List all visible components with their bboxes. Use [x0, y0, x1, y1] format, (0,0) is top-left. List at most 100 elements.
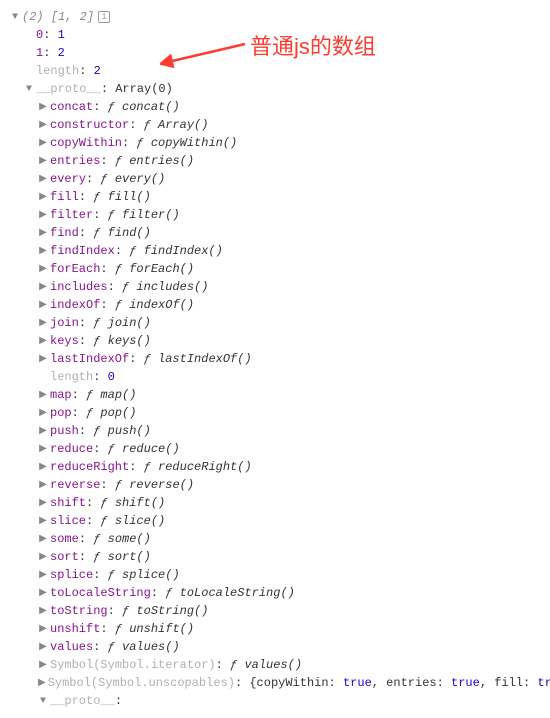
caret-right-icon[interactable]: ▶: [38, 442, 48, 457]
symbol-iter-key: Symbol(Symbol.iterator): [50, 656, 216, 674]
method-name: reduceRight(): [158, 458, 252, 476]
caret-right-icon[interactable]: ▶: [38, 658, 48, 673]
proto-method-row[interactable]: ▶reverse: ƒ reverse(): [10, 476, 540, 494]
caret-right-icon[interactable]: ▶: [38, 388, 48, 403]
caret-right-icon[interactable]: ▶: [38, 154, 48, 169]
method-key: filter: [50, 206, 93, 224]
proto-method-row[interactable]: ▶copyWithin: ƒ copyWithin(): [10, 134, 540, 152]
proto-method-row[interactable]: ▶constructor: ƒ Array(): [10, 116, 540, 134]
item-value: 1: [58, 26, 65, 44]
caret-right-icon[interactable]: ▶: [38, 172, 48, 187]
proto-method-row[interactable]: ▶reduce: ƒ reduce(): [10, 440, 540, 458]
method-name: splice(): [122, 566, 180, 584]
proto-method-row[interactable]: ▶push: ƒ push(): [10, 422, 540, 440]
function-icon: ƒ: [115, 296, 122, 314]
proto-method-row[interactable]: ▶splice: ƒ splice(): [10, 566, 540, 584]
proto-method-row[interactable]: ▶fill: ƒ fill(): [10, 188, 540, 206]
caret-right-icon[interactable]: ▶: [38, 568, 48, 583]
method-name: join(): [108, 314, 151, 332]
console-tree: 普通js的数组 ▼ (2) [1, 2] i ▶0: 1▶1: 2 ▶ leng…: [10, 8, 540, 710]
caret-right-icon[interactable]: ▶: [38, 604, 48, 619]
proto-method-row[interactable]: ▶filter: ƒ filter(): [10, 206, 540, 224]
caret-right-icon[interactable]: ▶: [38, 334, 48, 349]
proto-method-row[interactable]: ▶indexOf: ƒ indexOf(): [10, 296, 540, 314]
item-value: 2: [58, 44, 65, 62]
proto-method-row[interactable]: ▶slice: ƒ slice(): [10, 512, 540, 530]
symbol-unscopables-row[interactable]: ▶ Symbol(Symbol.unscopables) : {copyWith…: [10, 674, 540, 692]
caret-right-icon[interactable]: ▶: [38, 244, 48, 259]
symbol-unsc-val: {copyWithin: true, entries: true, fill: …: [249, 674, 550, 692]
function-icon: ƒ: [136, 134, 143, 152]
root-row[interactable]: ▼ (2) [1, 2] i: [10, 8, 540, 26]
caret-right-icon[interactable]: ▶: [38, 190, 48, 205]
info-icon[interactable]: i: [98, 11, 110, 23]
caret-right-icon[interactable]: ▶: [38, 208, 48, 223]
caret-down-icon[interactable]: ▼: [24, 82, 34, 97]
caret-right-icon[interactable]: ▶: [38, 118, 48, 133]
item-key: 0: [36, 26, 43, 44]
caret-right-icon[interactable]: ▶: [38, 622, 48, 637]
caret-right-icon[interactable]: ▶: [38, 406, 48, 421]
proto-method-row[interactable]: ▶keys: ƒ keys(): [10, 332, 540, 350]
proto-method-row[interactable]: ▶reduceRight: ƒ reduceRight(): [10, 458, 540, 476]
proto-method-row[interactable]: ▶shift: ƒ shift(): [10, 494, 540, 512]
caret-right-icon[interactable]: ▶: [38, 478, 48, 493]
function-icon: ƒ: [165, 584, 172, 602]
proto-method-row[interactable]: ▶findIndex: ƒ findIndex(): [10, 242, 540, 260]
proto-method-row[interactable]: ▶every: ƒ every(): [10, 170, 540, 188]
caret-right-icon[interactable]: ▶: [38, 280, 48, 295]
caret-right-icon[interactable]: ▶: [38, 640, 48, 655]
method-name: reverse(): [129, 476, 194, 494]
caret-right-icon[interactable]: ▶: [38, 226, 48, 241]
proto-method-row[interactable]: ▶toLocaleString: ƒ toLocaleString(): [10, 584, 540, 602]
proto-method-row[interactable]: ▶unshift: ƒ unshift(): [10, 620, 540, 638]
proto-method-row[interactable]: ▶concat: ƒ concat(): [10, 98, 540, 116]
method-name: slice(): [115, 512, 165, 530]
caret-right-icon[interactable]: ▶: [38, 298, 48, 313]
proto-method-row[interactable]: ▶includes: ƒ includes(): [10, 278, 540, 296]
caret-right-icon[interactable]: ▶: [38, 460, 48, 475]
proto-method-row[interactable]: ▶map: ƒ map(): [10, 386, 540, 404]
function-icon: ƒ: [93, 548, 100, 566]
caret-right-icon[interactable]: ▶: [38, 262, 48, 277]
proto-row[interactable]: ▼ __proto__ : Array(0): [10, 80, 540, 98]
method-key: copyWithin: [50, 134, 122, 152]
proto-method-row[interactable]: ▶find: ƒ find(): [10, 224, 540, 242]
length-label: length: [36, 62, 79, 80]
method-key: slice: [50, 512, 86, 530]
caret-right-icon[interactable]: ▶: [38, 352, 48, 367]
method-name: toLocaleString(): [180, 584, 295, 602]
proto-method-row[interactable]: ▶pop: ƒ pop(): [10, 404, 540, 422]
proto-method-row[interactable]: ▶sort: ƒ sort(): [10, 548, 540, 566]
caret-down-icon[interactable]: ▼: [38, 694, 48, 709]
symbol-iterator-row[interactable]: ▶ Symbol(Symbol.iterator) : ƒ values(): [10, 656, 540, 674]
proto-method-row[interactable]: ▶values: ƒ values(): [10, 638, 540, 656]
proto-method-row[interactable]: ▶entries: ƒ entries(): [10, 152, 540, 170]
proto-method-row[interactable]: ▶join: ƒ join(): [10, 314, 540, 332]
method-key: values: [50, 638, 93, 656]
proto-method-row[interactable]: ▶toString: ƒ toString(): [10, 602, 540, 620]
caret-right-icon[interactable]: ▶: [38, 586, 48, 601]
method-key: splice: [50, 566, 93, 584]
method-name: entries(): [129, 152, 194, 170]
caret-right-icon[interactable]: ▶: [38, 136, 48, 151]
method-key: find: [50, 224, 79, 242]
caret-down-icon[interactable]: ▼: [10, 10, 20, 25]
caret-right-icon[interactable]: ▶: [38, 532, 48, 547]
proto-method-row[interactable]: ▶lastIndexOf: ƒ lastIndexOf(): [10, 350, 540, 368]
caret-right-icon[interactable]: ▶: [38, 676, 46, 691]
caret-right-icon[interactable]: ▶: [38, 514, 48, 529]
proto-method-row[interactable]: ▶forEach: ƒ forEach(): [10, 260, 540, 278]
length-value: 2: [94, 62, 101, 80]
method-name: filter(): [122, 206, 180, 224]
array-item: ▶0: 1: [10, 26, 540, 44]
method-name: toString(): [136, 602, 208, 620]
inner-proto-row[interactable]: ▼ __proto__ :: [10, 692, 540, 710]
method-name: indexOf(): [129, 296, 194, 314]
caret-right-icon[interactable]: ▶: [38, 424, 48, 439]
caret-right-icon[interactable]: ▶: [38, 496, 48, 511]
caret-right-icon[interactable]: ▶: [38, 316, 48, 331]
method-name: includes(): [136, 278, 208, 296]
caret-right-icon[interactable]: ▶: [38, 100, 48, 115]
caret-right-icon[interactable]: ▶: [38, 550, 48, 565]
